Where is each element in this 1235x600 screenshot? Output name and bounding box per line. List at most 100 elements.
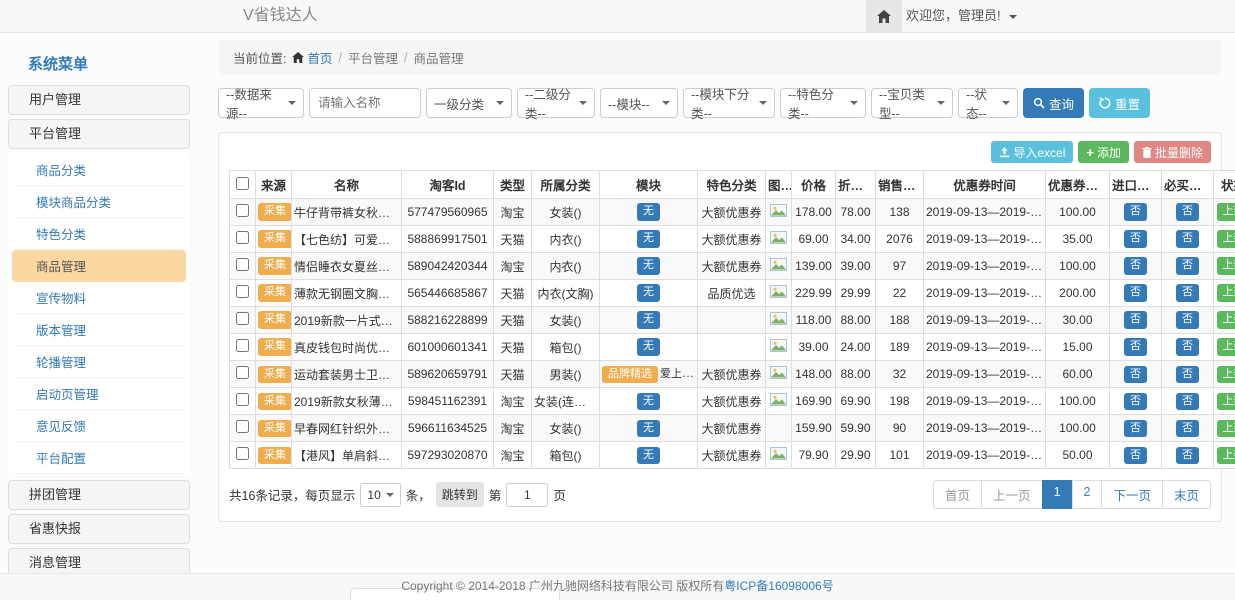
sidebar-item-轮播管理[interactable]: 轮播管理 — [12, 346, 186, 378]
row-checkbox[interactable] — [236, 393, 249, 406]
must-buy-badge[interactable]: 否 — [1176, 311, 1199, 328]
top-navbar: V省钱达人 欢迎您，管理员! — [0, 0, 1235, 33]
search-button[interactable]: 查询 — [1023, 88, 1084, 118]
breadcrumb-home-link[interactable]: 首页 — [292, 48, 332, 67]
pager-button-1[interactable]: 1 — [1042, 480, 1073, 509]
pager-button-2[interactable]: 2 — [1072, 480, 1103, 509]
pager-button-上一页[interactable]: 上一页 — [981, 480, 1043, 509]
row-checkbox[interactable] — [236, 312, 249, 325]
imported-badge[interactable]: 否 — [1124, 203, 1147, 220]
status-badge[interactable]: 上架 — [1217, 338, 1235, 355]
pager-button-首页[interactable]: 首页 — [933, 480, 982, 509]
row-checkbox[interactable] — [236, 339, 249, 352]
status-badge[interactable]: 上架 — [1217, 311, 1235, 328]
sidebar-item-意见反馈[interactable]: 意见反馈 — [12, 410, 186, 442]
module-cell: 无 — [600, 253, 698, 280]
feature-category-select[interactable]: --特色分类-- — [780, 88, 866, 118]
status-badge[interactable]: 上架 — [1217, 257, 1235, 274]
status-badge[interactable]: 上架 — [1217, 366, 1235, 383]
must-buy-badge[interactable]: 否 — [1176, 420, 1199, 437]
product-category: 女装() — [532, 199, 600, 226]
must-buy-badge[interactable]: 否 — [1176, 230, 1199, 247]
sidebar-item-模块商品分类[interactable]: 模块商品分类 — [12, 186, 186, 218]
name-search-input[interactable] — [309, 88, 421, 118]
select-value: --状态-- — [966, 84, 998, 122]
icp-link[interactable]: 粤ICP备16098006号 — [724, 579, 833, 593]
sidebar-section-省惠快报[interactable]: 省惠快报 — [8, 514, 190, 544]
row-checkbox[interactable] — [236, 204, 249, 217]
level1-category-select[interactable]: 一级分类 — [426, 88, 512, 118]
column-header-所属分类: 所属分类 — [532, 171, 600, 199]
status-badge[interactable]: 上架 — [1217, 230, 1235, 247]
must-buy-badge[interactable]: 否 — [1176, 393, 1199, 410]
sidebar-item-宣传物料[interactable]: 宣传物料 — [12, 282, 186, 314]
discount-price: 88.00 — [836, 307, 876, 334]
item-type-select[interactable]: --宝贝类型-- — [871, 88, 953, 118]
imported-badge[interactable]: 否 — [1124, 230, 1147, 247]
must-buy-badge[interactable]: 否 — [1176, 284, 1199, 301]
batch-delete-button[interactable]: 批量删除 — [1134, 141, 1211, 163]
imported-badge[interactable]: 否 — [1124, 338, 1147, 355]
main-content: 当前位置: 首页 / 平台管理 / 商品管理 --数据来源--一级分类--二级分… — [218, 40, 1222, 522]
product-name: 【港风】单肩斜跨链条... — [292, 442, 402, 469]
sidebar-item-商品管理[interactable]: 商品管理 — [12, 250, 186, 282]
row-checkbox[interactable] — [236, 420, 249, 433]
jump-button[interactable]: 跳转到 — [436, 482, 484, 507]
status-select[interactable]: --状态-- — [958, 88, 1018, 118]
select-all-checkbox[interactable] — [236, 177, 249, 190]
row-checkbox[interactable] — [236, 285, 249, 298]
home-button[interactable] — [866, 0, 902, 32]
per-page-select[interactable]: 10 — [360, 483, 400, 507]
product-name: 2019新款一片式系... — [292, 307, 402, 334]
row-checkbox[interactable] — [236, 258, 249, 271]
taoke-id: 565446685867 — [402, 280, 494, 307]
column-header-价格: 价格 — [792, 171, 836, 199]
pager-button-末页[interactable]: 末页 — [1162, 480, 1211, 509]
page-number-input[interactable] — [506, 483, 548, 507]
imported-badge[interactable]: 否 — [1124, 420, 1147, 437]
must-buy-badge[interactable]: 否 — [1176, 257, 1199, 274]
must-buy-badge[interactable]: 否 — [1176, 366, 1199, 383]
sidebar-item-版本管理[interactable]: 版本管理 — [12, 314, 186, 346]
sidebar-item-启动页管理[interactable]: 启动页管理 — [12, 378, 186, 410]
status-badge[interactable]: 上架 — [1217, 203, 1235, 220]
must-buy-badge[interactable]: 否 — [1176, 447, 1199, 464]
sidebar-item-特色分类[interactable]: 特色分类 — [12, 218, 186, 250]
must-buy-badge[interactable]: 否 — [1176, 203, 1199, 220]
row-checkbox[interactable] — [236, 231, 249, 244]
must-buy-badge[interactable]: 否 — [1176, 338, 1199, 355]
module-badge: 无 — [637, 284, 660, 301]
status-badge[interactable]: 上架 — [1217, 284, 1235, 301]
user-menu[interactable]: 欢迎您，管理员! — [906, 0, 1017, 32]
product-name: 牛仔背带裤女秋装减龄... — [292, 199, 402, 226]
row-checkbox[interactable] — [236, 366, 249, 379]
imported-badge[interactable]: 否 — [1124, 393, 1147, 410]
imported-badge[interactable]: 否 — [1124, 284, 1147, 301]
module-select[interactable]: --模块-- — [600, 88, 678, 118]
module-subcategory-select[interactable]: --模块下分类-- — [683, 88, 775, 118]
imported-badge[interactable]: 否 — [1124, 257, 1147, 274]
row-checkbox[interactable] — [236, 447, 249, 460]
data-source-select[interactable]: --数据来源-- — [218, 88, 304, 118]
reset-button[interactable]: 重置 — [1089, 88, 1150, 118]
module-badge: 无 — [637, 203, 660, 220]
select-value: --数据来源-- — [226, 84, 284, 122]
imported-badge[interactable]: 否 — [1124, 447, 1147, 464]
price: 39.00 — [792, 334, 836, 361]
status-badge[interactable]: 上架 — [1217, 393, 1235, 410]
sidebar-section-拼团管理[interactable]: 拼团管理 — [8, 480, 190, 510]
status-badge[interactable]: 上架 — [1217, 447, 1235, 464]
add-button[interactable]: + 添加 — [1078, 141, 1129, 163]
status-badge[interactable]: 上架 — [1217, 420, 1235, 437]
sidebar-item-商品分类[interactable]: 商品分类 — [12, 154, 186, 186]
sidebar-section-平台管理[interactable]: 平台管理 — [8, 119, 190, 149]
imported-badge[interactable]: 否 — [1124, 311, 1147, 328]
level2-category-select[interactable]: --二级分类-- — [517, 88, 595, 118]
coupon-time: 2019-09-13—2019-09-18 — [924, 226, 1046, 253]
sidebar-section-用户管理[interactable]: 用户管理 — [8, 85, 190, 115]
imported-badge[interactable]: 否 — [1124, 366, 1147, 383]
pager-button-下一页[interactable]: 下一页 — [1101, 480, 1163, 509]
import-excel-button[interactable]: 导入excel — [991, 141, 1073, 163]
feature-category: 大额优惠券 — [698, 199, 766, 226]
sidebar-item-平台配置[interactable]: 平台配置 — [12, 442, 186, 474]
